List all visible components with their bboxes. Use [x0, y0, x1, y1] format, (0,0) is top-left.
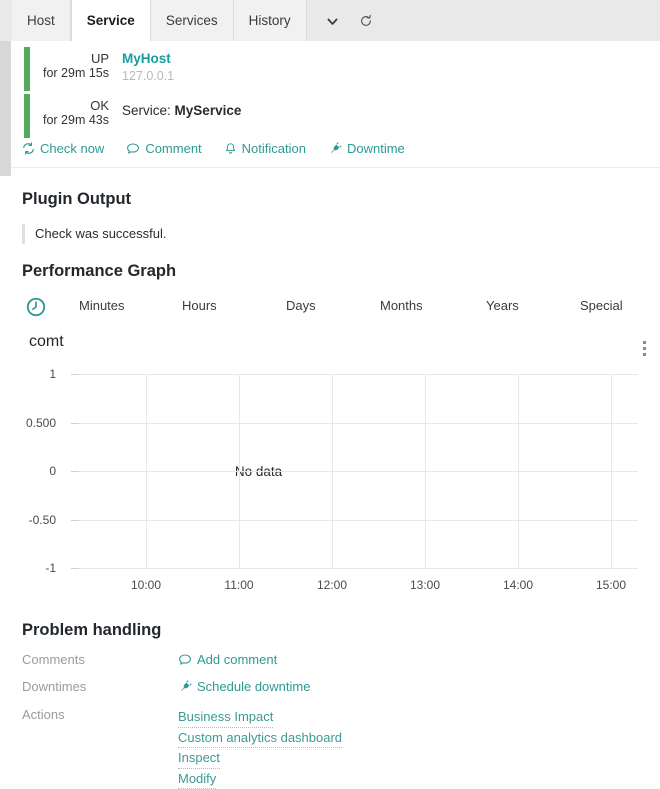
x-axis-tick-label: 13:00: [410, 578, 440, 592]
host-address: 127.0.0.1: [122, 69, 174, 83]
service-name-line: Service: MyService: [122, 103, 241, 118]
service-detail-page: Host Service Services History: [0, 0, 660, 787]
y-axis-tick-mark: [71, 568, 79, 569]
timerange-selector: Minutes Hours Days Months Years Special: [22, 296, 642, 322]
comment-button[interactable]: Comment: [126, 141, 201, 156]
gridline-vertical: [518, 374, 519, 568]
y-axis-tick-label: -1: [0, 561, 56, 575]
downtimes-row: Downtimes Schedule downtime: [22, 679, 622, 705]
section-divider: [11, 167, 660, 168]
x-axis-tick-label: 14:00: [503, 578, 533, 592]
host-name-link[interactable]: MyHost: [122, 51, 171, 66]
service-name: MyService: [175, 103, 242, 118]
tab-service[interactable]: Service: [71, 0, 151, 41]
problem-handling-table: Comments Add comment Downtimes: [22, 652, 622, 789]
y-axis-tick-label: -0.50: [0, 513, 56, 527]
add-comment-button[interactable]: Add comment: [178, 652, 277, 667]
tab-list: Host Service Services History: [12, 0, 383, 41]
x-axis-tick-label: 11:00: [224, 578, 253, 592]
action-link[interactable]: Custom analytics dashboard: [178, 728, 342, 749]
graph-plot: No data 10.5000-0.50-110:0011:0012:0013:…: [11, 325, 660, 605]
action-bar: Check now Comment Notification: [22, 141, 405, 156]
plot-area: No data 10.5000-0.50-110:0011:0012:0013:…: [79, 374, 638, 568]
problem-handling-heading: Problem handling: [22, 621, 161, 640]
action-link[interactable]: Business Impact: [178, 707, 273, 728]
comments-label: Comments: [22, 652, 85, 667]
tab-history[interactable]: History: [234, 0, 307, 41]
comment-icon: [178, 653, 192, 667]
performance-graph-card: comt No data 10.5000-0.50-110:0011:0012:…: [11, 325, 660, 605]
host-state-duration: for 29m 15s: [25, 66, 109, 81]
comments-row: Comments Add comment: [22, 652, 622, 678]
action-link[interactable]: Inspect: [178, 748, 220, 769]
comment-icon: [126, 142, 140, 156]
check-now-label: Check now: [40, 141, 104, 156]
y-axis-tick-mark: [71, 471, 79, 472]
comments-value: Add comment: [178, 652, 622, 678]
service-prefix-label: Service:: [122, 103, 171, 118]
gridline-horizontal: [79, 568, 638, 569]
add-comment-label: Add comment: [197, 652, 277, 667]
x-axis-tick-label: 10:00: [131, 578, 161, 592]
gridline-vertical: [146, 374, 147, 568]
y-axis-tick-label: 0: [0, 464, 56, 478]
y-axis-tick-mark: [71, 423, 79, 424]
timerange-minutes[interactable]: Minutes: [79, 298, 125, 313]
downtime-button[interactable]: Downtime: [328, 141, 405, 156]
schedule-downtime-button[interactable]: Schedule downtime: [178, 679, 310, 694]
reload-icon: [359, 14, 373, 28]
plug-icon: [328, 142, 342, 156]
timerange-special[interactable]: Special: [580, 298, 623, 313]
x-axis-tick-label: 12:00: [317, 578, 347, 592]
gridline-horizontal: [79, 471, 638, 472]
tab-services[interactable]: Services: [151, 0, 234, 41]
y-axis-tick-label: 1: [0, 367, 56, 381]
schedule-downtime-label: Schedule downtime: [197, 679, 310, 694]
timerange-hours[interactable]: Hours: [182, 298, 217, 313]
gridline-vertical: [332, 374, 333, 568]
plugin-output-heading: Plugin Output: [22, 190, 131, 209]
tab-bar-icons: [307, 0, 383, 41]
check-now-button[interactable]: Check now: [22, 141, 104, 156]
clock-icon[interactable]: [25, 296, 47, 323]
downtime-label: Downtime: [347, 141, 405, 156]
gridline-horizontal: [79, 423, 638, 424]
comment-label: Comment: [145, 141, 201, 156]
notification-label: Notification: [242, 141, 306, 156]
bell-icon: [224, 142, 237, 156]
actions-row: Actions Business ImpactCustom analytics …: [22, 707, 622, 789]
chevron-down-icon: [326, 15, 338, 27]
host-state: UP: [25, 51, 109, 66]
plug-icon: [178, 680, 192, 694]
tab-bar: Host Service Services History: [0, 0, 660, 41]
y-axis-tick-mark: [71, 374, 79, 375]
y-axis-tick-mark: [71, 520, 79, 521]
downtimes-label: Downtimes: [22, 679, 86, 694]
gridline-horizontal: [79, 520, 638, 521]
y-axis-tick-label: 0.500: [0, 416, 56, 430]
tab-host[interactable]: Host: [12, 0, 71, 41]
refresh-icon: [22, 142, 35, 155]
gridline-vertical: [239, 374, 240, 568]
host-state-block: UP for 29m 15s: [25, 51, 109, 81]
downtimes-value: Schedule downtime: [178, 679, 622, 705]
timerange-months[interactable]: Months: [380, 298, 423, 313]
tab-overflow-button[interactable]: [315, 0, 349, 41]
tab-reload-button[interactable]: [349, 0, 383, 41]
timerange-days[interactable]: Days: [286, 298, 316, 313]
service-state-block: OK for 29m 43s: [25, 98, 109, 128]
gridline-horizontal: [79, 374, 638, 375]
performance-graph-heading: Performance Graph: [22, 262, 176, 281]
actions-list: Business ImpactCustom analytics dashboar…: [178, 707, 622, 789]
service-state: OK: [25, 98, 109, 113]
x-axis-tick-label: 15:00: [596, 578, 626, 592]
gridline-vertical: [425, 374, 426, 568]
notification-button[interactable]: Notification: [224, 141, 306, 156]
gridline-vertical: [611, 374, 612, 568]
service-state-duration: for 29m 43s: [25, 113, 109, 128]
action-link[interactable]: Modify: [178, 769, 216, 789]
actions-label: Actions: [22, 707, 65, 722]
plugin-output-text: Check was successful.: [22, 224, 167, 244]
timerange-years[interactable]: Years: [486, 298, 519, 313]
